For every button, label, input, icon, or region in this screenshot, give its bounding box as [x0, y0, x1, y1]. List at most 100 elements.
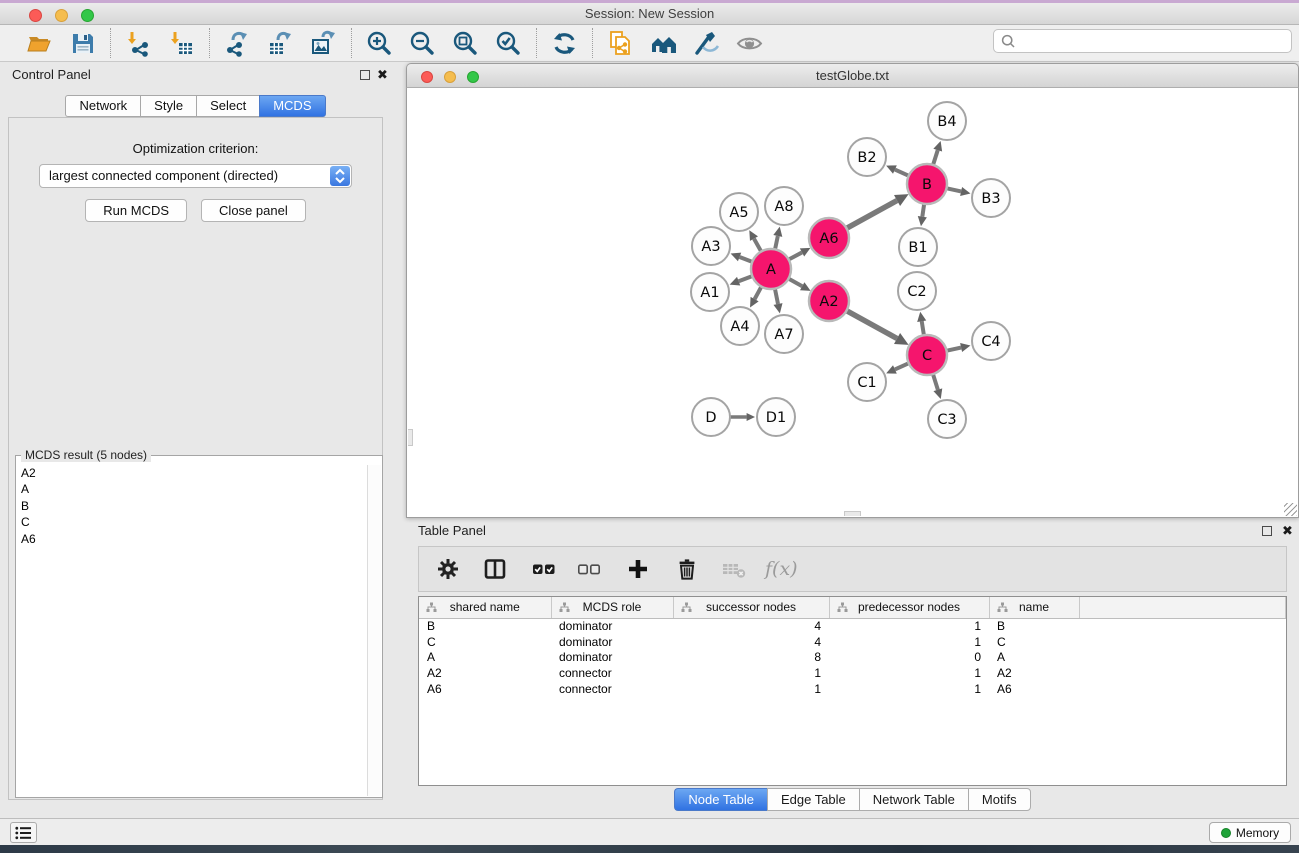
memory-button[interactable]: Memory: [1209, 822, 1291, 843]
graph-node-A2[interactable]: A2: [809, 281, 849, 321]
graph-edge-A-A5[interactable]: [754, 239, 762, 253]
first-neighbors-icon[interactable]: [650, 30, 677, 57]
column-header-shared-name[interactable]: shared name: [419, 597, 551, 618]
table-tab-network-table[interactable]: Network Table: [859, 788, 968, 811]
delete-column-icon[interactable]: [675, 557, 699, 581]
import-network-icon[interactable]: [125, 30, 152, 57]
graph-edge-C-C4[interactable]: [946, 348, 962, 351]
graph-node-A[interactable]: A: [751, 249, 791, 289]
result-item[interactable]: B: [17, 498, 367, 514]
table-row[interactable]: A6connector11A6: [419, 681, 1286, 697]
table-row[interactable]: A2connector11A2: [419, 665, 1286, 681]
export-image-icon[interactable]: [310, 30, 337, 57]
import-table-icon[interactable]: [168, 30, 195, 57]
zoom-fit-icon[interactable]: [452, 30, 479, 57]
graph-node-B4[interactable]: B4: [928, 102, 966, 140]
clone-network-icon[interactable]: [607, 30, 634, 57]
result-item[interactable]: A: [17, 481, 367, 497]
network-minimize-button[interactable]: [444, 71, 456, 83]
result-scrollbar[interactable]: [367, 465, 381, 796]
task-history-button[interactable]: [10, 822, 37, 843]
graph-edge-C-C1[interactable]: [895, 363, 910, 370]
show-hide-icon[interactable]: [736, 30, 763, 57]
network-close-button[interactable]: [421, 71, 433, 83]
graph-edge-B-B4[interactable]: [933, 150, 938, 166]
graph-edge-B-B2[interactable]: [895, 170, 910, 177]
result-item[interactable]: C: [17, 514, 367, 530]
table-row[interactable]: Adominator80A: [419, 649, 1286, 665]
graph-edge-C-C2[interactable]: [922, 321, 924, 336]
graph-node-C3[interactable]: C3: [928, 400, 966, 438]
zoom-in-icon[interactable]: [366, 30, 393, 57]
float-panel-icon[interactable]: [360, 70, 370, 80]
graph-node-D[interactable]: D: [692, 398, 730, 436]
criterion-select[interactable]: largest connected component (directed): [39, 164, 352, 188]
graph-edge-A6-B[interactable]: [846, 201, 897, 229]
show-hide-style-icon[interactable]: [693, 30, 720, 57]
graph-node-A4[interactable]: A4: [721, 307, 759, 345]
table-row[interactable]: Bdominator41B: [419, 618, 1286, 634]
result-item[interactable]: A2: [17, 465, 367, 481]
graph-edge-A-A6[interactable]: [788, 252, 802, 260]
close-panel-button[interactable]: Close panel: [201, 199, 306, 222]
graph-node-A3[interactable]: A3: [692, 227, 730, 265]
graph-node-A7[interactable]: A7: [765, 315, 803, 353]
graph-edge-A-A7[interactable]: [775, 288, 778, 304]
search-input[interactable]: [1016, 32, 1291, 50]
graph-node-C4[interactable]: C4: [972, 322, 1010, 360]
settings-gear-icon[interactable]: [436, 557, 460, 581]
graph-node-A5[interactable]: A5: [720, 193, 758, 231]
tab-style[interactable]: Style: [140, 95, 196, 117]
graph-edge-A2-C[interactable]: [846, 310, 897, 338]
export-table-icon[interactable]: [267, 30, 294, 57]
column-view-icon[interactable]: [483, 557, 507, 581]
graph-node-D1[interactable]: D1: [757, 398, 795, 436]
graph-edge-A-A4[interactable]: [755, 286, 762, 299]
column-header-predecessor-nodes[interactable]: predecessor nodes: [829, 597, 989, 618]
column-header-MCDS-role[interactable]: MCDS role: [551, 597, 673, 618]
resize-grip-icon[interactable]: [1284, 503, 1297, 516]
select-all-columns-icon[interactable]: [532, 557, 556, 581]
network-graph[interactable]: A A1 A2 A3 A4 A5 A6 A7 A8 B B1 B2 B3 B4 C C1 C2 C3 C4 D D1: [407, 88, 1298, 516]
float-table-panel-icon[interactable]: [1262, 526, 1272, 536]
close-panel-icon[interactable]: ✖: [377, 67, 388, 83]
close-table-panel-icon[interactable]: ✖: [1282, 523, 1293, 539]
graph-node-B[interactable]: B: [907, 164, 947, 204]
graph-edge-A-A1[interactable]: [739, 276, 754, 282]
graph-node-A6[interactable]: A6: [809, 218, 849, 258]
search-field[interactable]: [993, 29, 1292, 53]
zoom-window-button[interactable]: [81, 9, 94, 22]
table-row[interactable]: Cdominator41C: [419, 634, 1286, 650]
open-file-icon[interactable]: [26, 30, 53, 57]
tab-select[interactable]: Select: [196, 95, 259, 117]
network-zoom-button[interactable]: [467, 71, 479, 83]
add-column-icon[interactable]: [626, 557, 650, 581]
graph-edge-A-A2[interactable]: [788, 278, 803, 286]
zoom-selected-icon[interactable]: [495, 30, 522, 57]
tab-network[interactable]: Network: [65, 95, 140, 117]
graph-node-C[interactable]: C: [907, 335, 947, 375]
network-canvas[interactable]: A A1 A2 A3 A4 A5 A6 A7 A8 B B1 B2 B3 B4 C C1 C2 C3 C4 D D1: [406, 88, 1299, 518]
graph-node-A1[interactable]: A1: [691, 273, 729, 311]
close-window-button[interactable]: [29, 9, 42, 22]
graph-edge-B-B3[interactable]: [946, 188, 962, 191]
table-body[interactable]: Bdominator41BCdominator41CAdominator80AA…: [419, 618, 1286, 696]
apply-layout-icon[interactable]: [551, 30, 578, 57]
graph-edge-C-C3[interactable]: [933, 373, 938, 390]
unselect-all-columns-icon[interactable]: [577, 557, 601, 581]
graph-node-B2[interactable]: B2: [848, 138, 886, 176]
node-table[interactable]: shared nameMCDS rolesuccessor nodesprede…: [418, 596, 1287, 786]
minimize-window-button[interactable]: [55, 9, 68, 22]
export-network-icon[interactable]: [224, 30, 251, 57]
table-tab-motifs[interactable]: Motifs: [968, 788, 1031, 811]
graph-node-A8[interactable]: A8: [765, 187, 803, 225]
run-mcds-button[interactable]: Run MCDS: [85, 199, 187, 222]
graph-node-B1[interactable]: B1: [899, 228, 937, 266]
tab-mcds[interactable]: MCDS: [259, 95, 325, 117]
graph-node-B3[interactable]: B3: [972, 179, 1010, 217]
graph-node-C1[interactable]: C1: [848, 363, 886, 401]
graph-node-C2[interactable]: C2: [898, 272, 936, 310]
table-tab-node-table[interactable]: Node Table: [674, 788, 767, 811]
result-item[interactable]: A6: [17, 531, 367, 547]
zoom-out-icon[interactable]: [409, 30, 436, 57]
